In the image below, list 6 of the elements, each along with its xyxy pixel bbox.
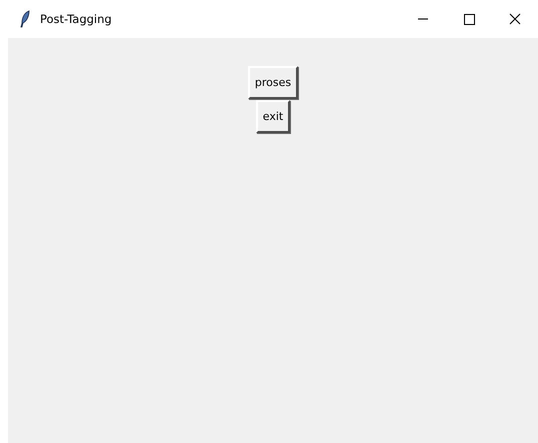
exit-button[interactable]: exit <box>256 100 290 133</box>
maximize-icon <box>463 13 475 25</box>
feather-icon <box>20 10 30 28</box>
process-button[interactable]: proses <box>248 66 298 99</box>
window-title: Post-Tagging <box>40 12 113 26</box>
close-icon <box>509 13 521 25</box>
